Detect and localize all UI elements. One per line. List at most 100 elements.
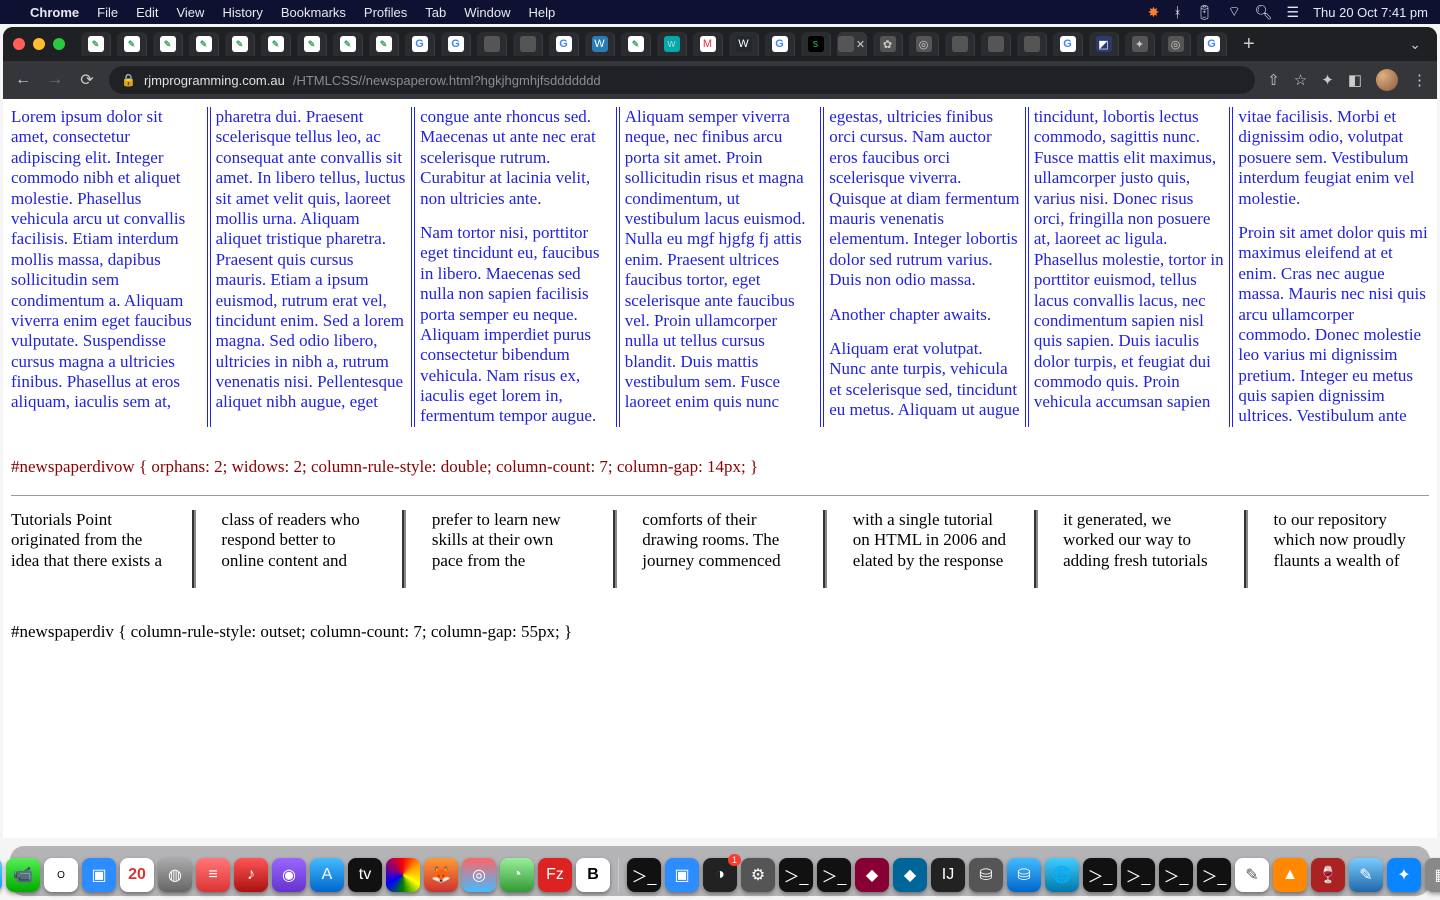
- browser-tab[interactable]: ✎: [153, 32, 183, 56]
- browser-tab[interactable]: ✎: [621, 32, 651, 56]
- dock-app-terminal[interactable]: ＞_: [627, 858, 661, 892]
- dock-app-ide[interactable]: IJ: [931, 858, 965, 892]
- dock-app-wine[interactable]: 🍷: [1311, 858, 1345, 892]
- browser-tab[interactable]: W: [585, 32, 615, 56]
- menu-profiles[interactable]: Profiles: [364, 5, 407, 20]
- browser-tab[interactable]: [1017, 32, 1047, 56]
- browser-tab[interactable]: w: [657, 32, 687, 56]
- browser-tab[interactable]: ✿: [873, 32, 903, 56]
- browser-tab[interactable]: [477, 32, 507, 56]
- dock-app-chrome[interactable]: ◎: [462, 858, 496, 892]
- dock-app-shell[interactable]: ＞_: [817, 858, 851, 892]
- browser-tab[interactable]: G: [1053, 32, 1083, 56]
- dock-app-facetime[interactable]: 📹: [6, 858, 40, 892]
- browser-tab-active[interactable]: ✕: [837, 32, 867, 56]
- menu-history[interactable]: History: [222, 5, 262, 20]
- dock-app-palette[interactable]: [386, 858, 420, 892]
- dock-app-firefox[interactable]: 🦊: [424, 858, 458, 892]
- dock-app-term[interactable]: ＞_: [1083, 858, 1117, 892]
- battery-icon[interactable]: 🔋︎: [1196, 4, 1214, 21]
- dock-app-ide[interactable]: ◆: [893, 858, 927, 892]
- browser-tab[interactable]: ✎: [369, 32, 399, 56]
- dock-app-edge[interactable]: ◔: [500, 858, 534, 892]
- dock-app-zoom-2[interactable]: ▣: [665, 858, 699, 892]
- menu-window[interactable]: Window: [464, 5, 510, 20]
- new-tab-button[interactable]: +: [1233, 33, 1265, 56]
- lock-icon[interactable]: 🔒: [121, 73, 136, 87]
- menu-file[interactable]: File: [97, 5, 118, 20]
- menu-tab[interactable]: Tab: [425, 5, 446, 20]
- nav-back-button[interactable]: ←: [13, 71, 33, 89]
- browser-tab[interactable]: ✎: [117, 32, 147, 56]
- dock-app-filezilla[interactable]: Fz: [538, 858, 572, 892]
- browser-tab[interactable]: ◎: [1161, 32, 1191, 56]
- browser-tab[interactable]: W: [729, 32, 759, 56]
- menu-bookmarks[interactable]: Bookmarks: [281, 5, 346, 20]
- dock-app-zoom[interactable]: ▣: [82, 858, 116, 892]
- tab-close-icon[interactable]: ✕: [856, 38, 865, 51]
- dock-app-earth[interactable]: 🌐: [1045, 858, 1079, 892]
- bluetooth-icon[interactable]: ᚼ: [1173, 4, 1181, 20]
- browser-tab[interactable]: ◎: [909, 32, 939, 56]
- browser-tab[interactable]: [513, 32, 543, 56]
- browser-tab[interactable]: G: [549, 32, 579, 56]
- wifi-icon[interactable]: ⌔: [1228, 3, 1241, 21]
- browser-tab[interactable]: [981, 32, 1011, 56]
- browser-tab[interactable]: ✎: [189, 32, 219, 56]
- browser-tab[interactable]: M: [693, 32, 723, 56]
- dock-app-ide[interactable]: ◆: [855, 858, 889, 892]
- chrome-menu-icon[interactable]: ⋮: [1412, 71, 1427, 89]
- dock-app-appstore[interactable]: A: [310, 858, 344, 892]
- browser-tab[interactable]: ✎: [261, 32, 291, 56]
- menubar-app-name[interactable]: Chrome: [30, 5, 79, 20]
- menu-view[interactable]: View: [176, 5, 204, 20]
- browser-tab[interactable]: ◩: [1089, 32, 1119, 56]
- share-icon[interactable]: ⇧: [1267, 71, 1280, 89]
- bookmark-star-icon[interactable]: ☆: [1294, 71, 1307, 89]
- dock-app-db[interactable]: ⛁: [969, 858, 1003, 892]
- window-traffic-lights[interactable]: [13, 38, 65, 50]
- dock-app-reminders[interactable]: ≡: [196, 858, 230, 892]
- dock-app-tv[interactable]: tv: [348, 858, 382, 892]
- dock-app-term[interactable]: ＞_: [1121, 858, 1155, 892]
- browser-tab[interactable]: G: [441, 32, 471, 56]
- browser-tab[interactable]: s: [801, 32, 831, 56]
- nav-forward-button[interactable]: →: [45, 71, 65, 89]
- spotlight-icon[interactable]: 🔍︎: [1255, 4, 1273, 21]
- dock-app-music[interactable]: ♪: [234, 858, 268, 892]
- menubar-clock[interactable]: Thu 20 Oct 7:41 pm: [1313, 5, 1428, 20]
- tab-overflow-menu-icon[interactable]: ⌄: [1403, 36, 1427, 53]
- window-minimize-icon[interactable]: [33, 38, 45, 50]
- extensions-icon[interactable]: ✦: [1321, 71, 1334, 89]
- dock-app-extra[interactable]: ▦: [1425, 858, 1440, 892]
- dock-app-term[interactable]: ＞_: [1197, 858, 1231, 892]
- dock-app-edit[interactable]: ✎: [1349, 858, 1383, 892]
- dock-app-bold[interactable]: B: [576, 858, 610, 892]
- browser-tab[interactable]: [945, 32, 975, 56]
- dock-app-opera[interactable]: O: [44, 858, 78, 892]
- window-zoom-icon[interactable]: [53, 38, 65, 50]
- dock-app-calendar[interactable]: 20: [120, 858, 154, 892]
- menubar-status-icon[interactable]: ✸: [1148, 4, 1160, 21]
- dock-app-db[interactable]: ⛁: [1007, 858, 1041, 892]
- dock-app-shell[interactable]: ＞_: [779, 858, 813, 892]
- dock-app-contacts[interactable]: ◍: [158, 858, 192, 892]
- dock-app-resolve[interactable]: ◑: [703, 858, 737, 892]
- browser-tab[interactable]: G: [1197, 32, 1227, 56]
- window-close-icon[interactable]: [13, 38, 25, 50]
- browser-tab[interactable]: G: [765, 32, 795, 56]
- browser-tab[interactable]: ✎: [333, 32, 363, 56]
- browser-tab[interactable]: G: [405, 32, 435, 56]
- dock-app-maps[interactable]: ▲: [0, 858, 2, 892]
- dock-app-notes[interactable]: ✎: [1235, 858, 1269, 892]
- control-center-icon[interactable]: ☰: [1287, 4, 1300, 21]
- browser-tab[interactable]: ✎: [225, 32, 255, 56]
- menu-edit[interactable]: Edit: [136, 5, 158, 20]
- dock-app-tool[interactable]: ⚙: [741, 858, 775, 892]
- dock-app-term[interactable]: ＞_: [1159, 858, 1193, 892]
- dock-app-extra[interactable]: ✦: [1387, 858, 1421, 892]
- menu-help[interactable]: Help: [529, 5, 556, 20]
- nav-reload-button[interactable]: ⟳: [77, 70, 97, 90]
- browser-tab[interactable]: ✎: [297, 32, 327, 56]
- address-bar[interactable]: 🔒 rjmprogramming.com.au/HTMLCSS//newspap…: [109, 66, 1255, 94]
